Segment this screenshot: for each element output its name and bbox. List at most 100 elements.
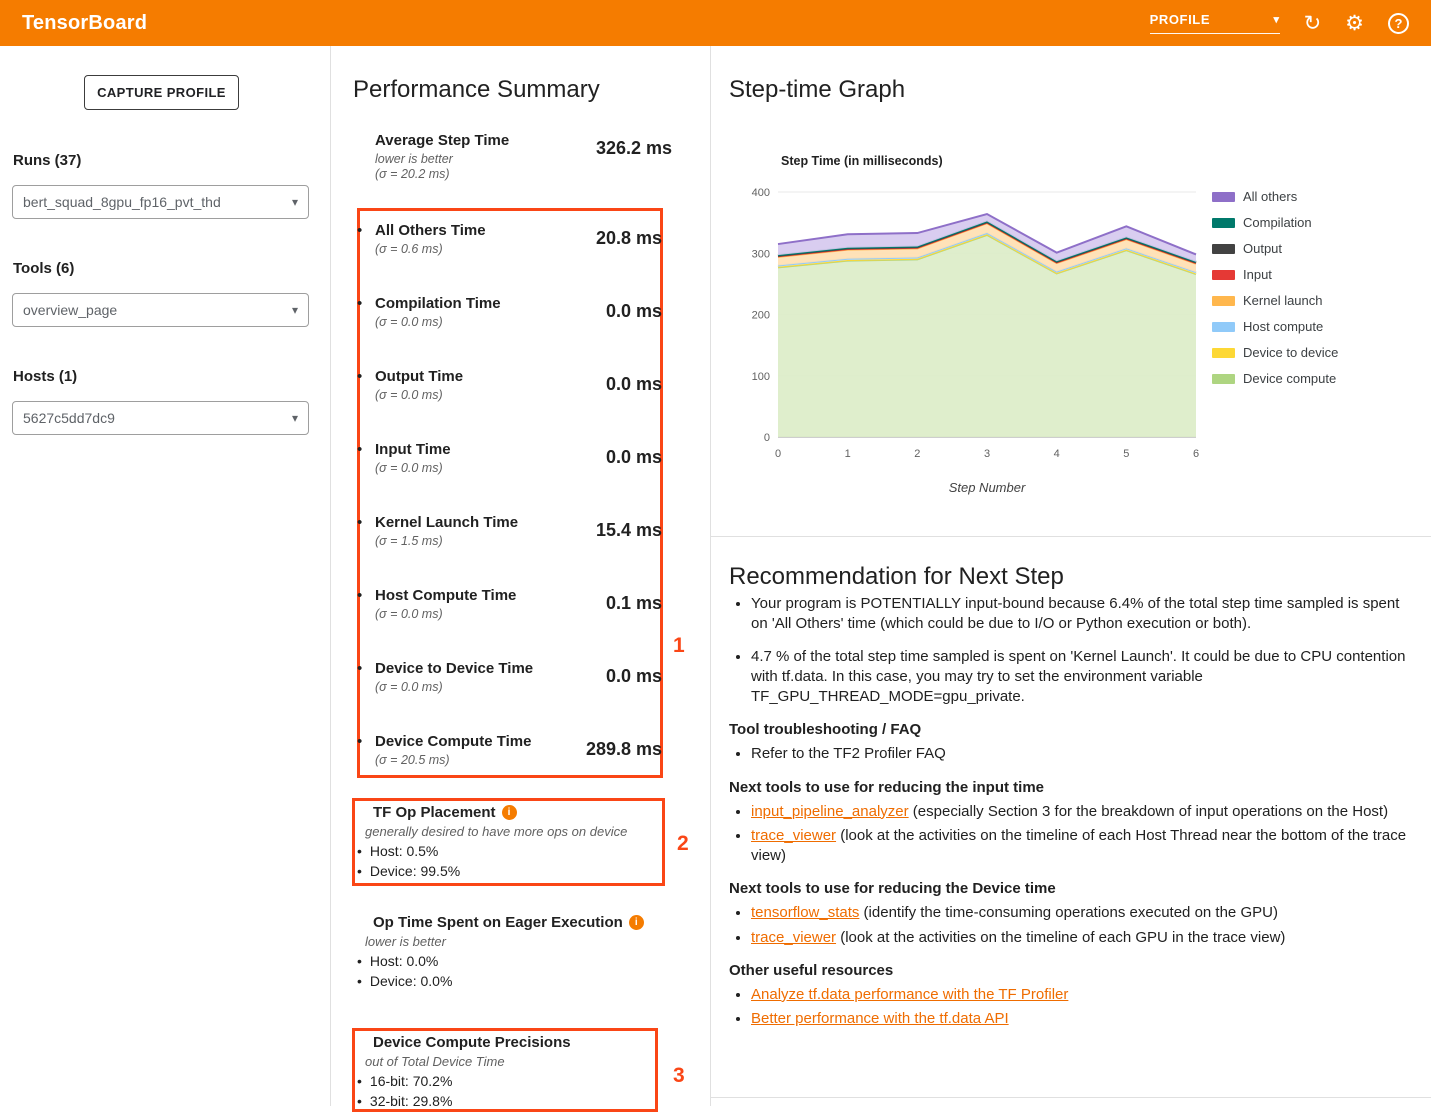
input-pipeline-analyzer-link[interactable]: input_pipeline_analyzer	[751, 803, 909, 820]
legend-label: Device to device	[1243, 345, 1338, 360]
legend-item: Device to device	[1212, 345, 1338, 360]
tool-item: trace_viewer (look at the activities on …	[751, 826, 1419, 867]
svg-text:5: 5	[1123, 448, 1129, 460]
hosts-select[interactable]: 5627c5dd7dc9 ▾	[12, 401, 309, 435]
chevron-down-icon: ▾	[1273, 13, 1279, 26]
metric-row-compilation: • Compilation Time (σ = 0.0 ms) 0.0 ms	[357, 295, 672, 329]
block-item: •Host: 0.0%	[357, 953, 677, 969]
metric-row-device-to-device: • Device to Device Time (σ = 0.0 ms) 0.0…	[357, 660, 672, 694]
legend-item: Input	[1212, 267, 1338, 282]
right-panel: Step-time Graph Step Time (in millisecon…	[711, 46, 1431, 1106]
sidebar: CAPTURE PROFILE Runs (37) bert_squad_8gp…	[0, 46, 331, 1106]
tfdata-api-link[interactable]: Better performance with the tf.data API	[751, 1010, 1009, 1027]
tensorflow-stats-link[interactable]: tensorflow_stats	[751, 904, 859, 921]
block-item: •Device: 0.0%	[357, 973, 677, 989]
block-title: Op Time Spent on Eager Execution	[373, 914, 623, 931]
legend-swatch	[1212, 322, 1235, 332]
legend-label: Device compute	[1243, 371, 1336, 386]
metric-sigma: (σ = 1.5 ms)	[375, 534, 592, 548]
tfdata-profiler-link[interactable]: Analyze tf.data performance with the TF …	[751, 986, 1068, 1003]
metric-name: All Others Time	[375, 222, 592, 239]
metric-name: Compilation Time	[375, 295, 592, 312]
metric-value: 326.2 ms	[596, 138, 672, 159]
metric-row-kernel-launch: • Kernel Launch Time (σ = 1.5 ms) 15.4 m…	[357, 514, 672, 548]
metric-name: Kernel Launch Time	[375, 514, 592, 531]
legend-item: All others	[1212, 189, 1338, 204]
runs-select[interactable]: bert_squad_8gpu_fp16_pvt_thd ▾	[12, 185, 309, 219]
bullet: •	[357, 1073, 362, 1089]
svg-text:4: 4	[1054, 448, 1060, 460]
reload-icon[interactable]: ↻	[1304, 13, 1322, 34]
bullet: •	[357, 973, 362, 989]
info-icon[interactable]: i	[502, 805, 517, 820]
metric-value: 0.0 ms	[606, 301, 662, 322]
block-title: TF Op Placement	[373, 804, 496, 821]
metric-sigma: (σ = 0.0 ms)	[375, 680, 592, 694]
legend-swatch	[1212, 192, 1235, 202]
legend-label: Host compute	[1243, 319, 1323, 334]
metric-value: 20.8 ms	[596, 228, 662, 249]
step-time-graph-title: Step-time Graph	[729, 76, 905, 104]
metric-value: 289.8 ms	[586, 739, 662, 760]
legend-swatch	[1212, 296, 1235, 306]
block-subtitle: lower is better	[365, 934, 677, 949]
resource-item: Better performance with the tf.data API	[751, 1009, 1419, 1029]
chart-x-axis-title: Step Number	[778, 480, 1196, 495]
svg-text:6: 6	[1193, 448, 1199, 460]
legend-label: Input	[1243, 267, 1272, 282]
chevron-down-icon: ▾	[292, 303, 298, 317]
dashboard-select[interactable]: PROFILE ▾	[1150, 12, 1280, 34]
metric-name: Host Compute Time	[375, 587, 592, 604]
tools-select[interactable]: overview_page ▾	[12, 293, 309, 327]
gear-icon[interactable]: ⚙	[1345, 13, 1364, 34]
metric-row-all-others: • All Others Time (σ = 0.6 ms) 20.8 ms	[357, 222, 672, 256]
legend-item: Compilation	[1212, 215, 1338, 230]
block-subtitle: out of Total Device Time	[365, 1054, 677, 1069]
trace-viewer-link[interactable]: trace_viewer	[751, 827, 836, 844]
help-icon[interactable]: ?	[1388, 13, 1409, 34]
block-item: •32-bit: 29.8%	[357, 1093, 677, 1109]
legend-label: All others	[1243, 189, 1297, 204]
bullet: •	[357, 953, 362, 969]
metric-sigma: (σ = 20.2 ms)	[375, 167, 672, 181]
tools-select-value: overview_page	[23, 302, 117, 318]
runs-select-value: bert_squad_8gpu_fp16_pvt_thd	[23, 194, 221, 210]
performance-summary-panel: Performance Summary Average Step Time lo…	[331, 46, 711, 1106]
recommendation-bullets: Your program is POTENTIALLY input-bound …	[729, 594, 1419, 707]
app-title: TensorBoard	[22, 12, 147, 35]
metric-name: Device to Device Time	[375, 660, 592, 677]
device-compute-precisions-block: Device Compute Precisions out of Total D…	[357, 1034, 677, 1109]
tf-op-placement-block: TF Op Placement i generally desired to h…	[357, 804, 677, 879]
capture-profile-button[interactable]: CAPTURE PROFILE	[84, 75, 239, 110]
metric-name: Device Compute Time	[375, 733, 592, 750]
resources-heading: Other useful resources	[729, 962, 1419, 979]
bottom-divider	[711, 1097, 1431, 1098]
metric-sigma: (σ = 20.5 ms)	[375, 753, 592, 767]
info-icon[interactable]: i	[629, 915, 644, 930]
legend-swatch	[1212, 374, 1235, 384]
block-item: •Device: 99.5%	[357, 863, 677, 879]
metric-sigma: (σ = 0.0 ms)	[375, 315, 592, 329]
block-title: Device Compute Precisions	[373, 1034, 571, 1051]
bullet: •	[357, 1093, 362, 1109]
legend-label: Kernel launch	[1243, 293, 1323, 308]
annotation-label-2: 2	[677, 832, 689, 856]
section-divider	[711, 536, 1431, 537]
chevron-down-icon: ▾	[292, 195, 298, 209]
input-tools-heading: Next tools to use for reducing the input…	[729, 779, 1419, 796]
eager-execution-block: Op Time Spent on Eager Execution i lower…	[357, 914, 677, 989]
legend-label: Output	[1243, 241, 1282, 256]
hosts-label: Hosts (1)	[13, 368, 77, 385]
bullet: •	[357, 843, 362, 859]
legend-item: Output	[1212, 241, 1338, 256]
tool-item-text: (especially Section 3 for the breakdown …	[909, 803, 1388, 820]
svg-text:200: 200	[752, 310, 770, 322]
tool-item: trace_viewer (look at the activities on …	[751, 928, 1419, 948]
performance-summary-title: Performance Summary	[353, 76, 600, 104]
trace-viewer-link[interactable]: trace_viewer	[751, 929, 836, 946]
metric-name: Output Time	[375, 368, 592, 385]
bullet: •	[357, 368, 362, 385]
legend-swatch	[1212, 218, 1235, 228]
bullet: •	[357, 587, 362, 604]
tool-item-text: (look at the activities on the timeline …	[836, 929, 1285, 946]
